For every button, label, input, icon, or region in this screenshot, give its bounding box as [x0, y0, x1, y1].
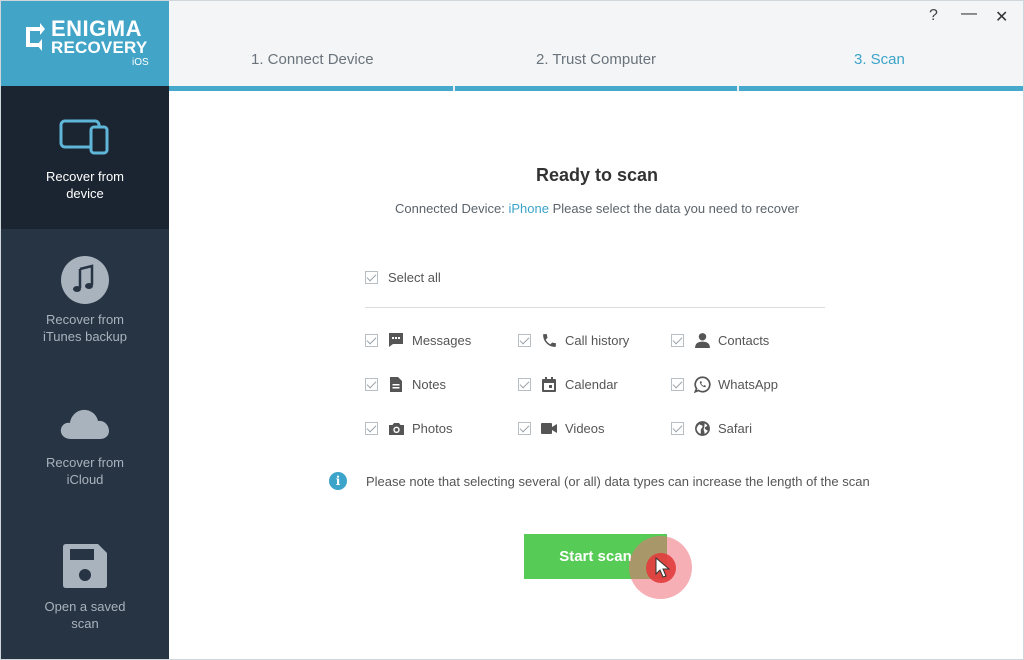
option-videos[interactable]: Videos [518, 419, 605, 437]
sidebar-item-itunes-backup[interactable]: Recover from iTunes backup [1, 229, 169, 372]
subtitle-suffix: Please select the data you need to recov… [552, 201, 799, 216]
devices-icon [59, 119, 109, 155]
device-name: iPhone [508, 201, 549, 216]
sidebar-item-label: iTunes backup [42, 329, 128, 344]
checkbox-checked[interactable] [365, 421, 378, 435]
checkbox-checked[interactable] [365, 377, 378, 391]
checkbox-checked[interactable] [671, 421, 684, 435]
option-label: Contacts [718, 332, 770, 348]
step-trust-computer: 2. Trust Computer [536, 51, 657, 68]
globe-icon [693, 419, 711, 437]
scan-length-note: i Please note that selecting several (or… [329, 472, 870, 490]
sidebar-item-recover-from-device[interactable]: Recover from device [1, 86, 169, 229]
floppy-disk-icon [63, 544, 107, 588]
checkbox-checked[interactable] [518, 421, 531, 435]
minimize-button[interactable]: — [961, 5, 977, 23]
sidebar-item-label: Recover from [45, 455, 125, 470]
camera-icon [387, 419, 405, 437]
connected-device-text: Connected Device: iPhone Please select t… [169, 201, 1023, 216]
option-calendar[interactable]: Calendar [518, 375, 618, 393]
sidebar-item-label: device [66, 186, 104, 201]
checkbox-checked[interactable] [671, 333, 684, 347]
option-label: Videos [565, 420, 605, 436]
logo-line-1: ENIGMA [51, 16, 142, 41]
select-all-checkbox[interactable]: Select all [365, 270, 441, 285]
logo-line-2: RECOVERY [51, 38, 148, 57]
step-connect-device: 1. Connect Device [251, 51, 374, 68]
option-safari[interactable]: Safari [671, 419, 752, 437]
logo-line-3: iOS [132, 57, 149, 68]
checkbox-checked[interactable] [518, 333, 531, 347]
document-icon [387, 375, 405, 393]
person-icon [693, 331, 711, 349]
subtitle-prefix: Connected Device: [394, 201, 505, 216]
option-label: Messages [412, 332, 472, 348]
step-header: 1. Connect Device 2. Trust Computer 3. S… [169, 1, 1023, 91]
whatsapp-icon [693, 375, 711, 393]
step-scan: 3. Scan [854, 51, 905, 68]
option-label: Photos [412, 420, 453, 436]
app-window: ENIGMA RECOVERY iOS 1. Connect Device 2.… [0, 0, 1024, 660]
option-label: Notes [412, 376, 446, 392]
checkbox-checked[interactable] [365, 271, 378, 284]
select-all-label: Select all [388, 270, 441, 285]
phone-icon [540, 331, 558, 349]
cloud-icon [60, 409, 109, 439]
sidebar-item-icloud[interactable]: Recover from iCloud [1, 372, 169, 515]
option-call-history[interactable]: Call history [518, 331, 629, 349]
sidebar-item-label: scan [71, 616, 99, 631]
option-whatsapp[interactable]: WhatsApp [671, 375, 778, 393]
option-label: WhatsApp [718, 376, 778, 392]
app-logo: ENIGMA RECOVERY iOS [1, 1, 169, 86]
main-panel: Ready to scan Connected Device: iPhone P… [169, 91, 1023, 659]
option-messages[interactable]: Messages [365, 331, 471, 349]
option-label: Call history [565, 332, 630, 348]
divider [365, 307, 825, 308]
option-label: Safari [718, 420, 752, 436]
sidebar-item-open-saved-scan[interactable]: Open a saved scan [1, 515, 169, 658]
option-label: Calendar [565, 376, 618, 392]
chat-icon [387, 331, 405, 349]
video-camera-icon [540, 419, 558, 437]
option-contacts[interactable]: Contacts [671, 331, 769, 349]
page-title: Ready to scan [535, 165, 659, 185]
music-note-icon [61, 256, 109, 304]
sidebar-item-label: iCloud [66, 472, 104, 487]
option-notes[interactable]: Notes [365, 375, 446, 393]
sidebar: Recover from device Recover from iTunes … [1, 86, 169, 659]
option-photos[interactable]: Photos [365, 419, 452, 437]
note-text: Please note that selecting several (or a… [366, 473, 870, 489]
sidebar-item-label: Recover from [45, 169, 125, 184]
checkbox-checked[interactable] [518, 377, 531, 391]
sidebar-item-label: Recover from [45, 312, 125, 327]
sidebar-item-label: Open a saved [44, 599, 126, 614]
checkbox-checked[interactable] [671, 377, 684, 391]
info-icon: i [329, 472, 347, 490]
calendar-icon [540, 375, 558, 393]
close-button[interactable]: ✕ [995, 7, 1008, 27]
checkbox-checked[interactable] [365, 333, 378, 347]
enigma-logo-icon [26, 23, 45, 51]
help-button[interactable]: ? [929, 7, 938, 25]
start-scan-button[interactable]: Start scan [524, 534, 667, 579]
